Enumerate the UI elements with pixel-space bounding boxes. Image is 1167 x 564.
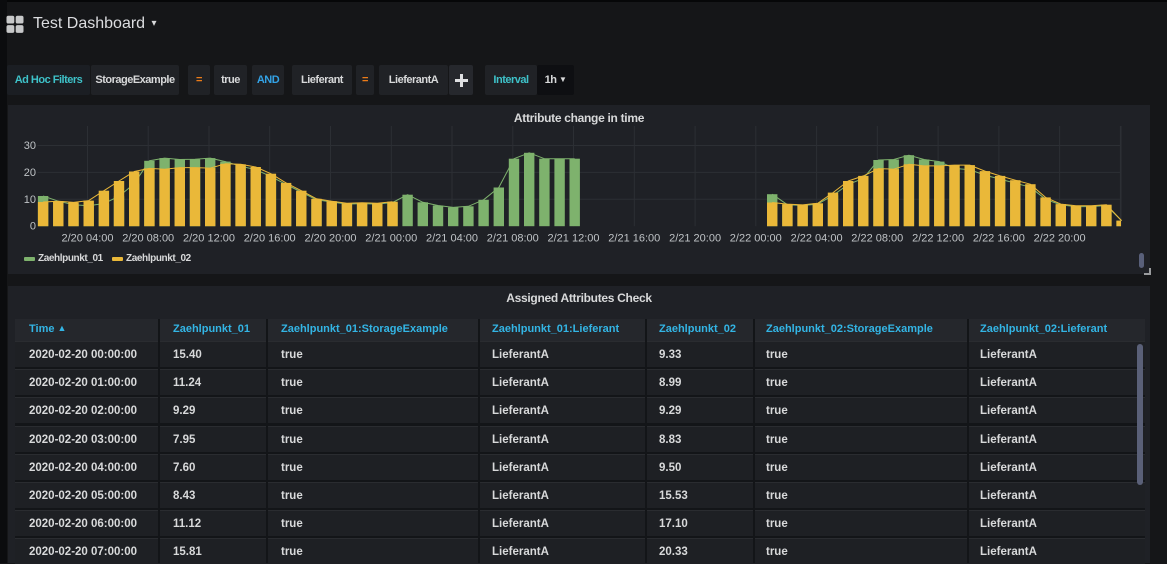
svg-text:20: 20 [24, 167, 36, 179]
svg-text:2/21 00:00: 2/21 00:00 [365, 233, 417, 245]
svg-text:2/21 20:00: 2/21 20:00 [669, 233, 721, 245]
svg-text:2/21 16:00: 2/21 16:00 [608, 233, 660, 245]
svg-text:0: 0 [30, 221, 36, 233]
svg-text:2/20 20:00: 2/20 20:00 [305, 233, 357, 245]
svg-text:2/22 12:00: 2/22 12:00 [912, 233, 964, 245]
svg-text:2/20 08:00: 2/20 08:00 [122, 233, 174, 245]
svg-text:2/22 16:00: 2/22 16:00 [973, 233, 1025, 245]
svg-text:2/21 08:00: 2/21 08:00 [487, 233, 539, 245]
svg-text:30: 30 [24, 140, 36, 152]
svg-text:10: 10 [24, 194, 36, 206]
svg-text:2/21 04:00: 2/21 04:00 [426, 233, 478, 245]
svg-text:2/20 12:00: 2/20 12:00 [183, 233, 235, 245]
svg-text:2/22 08:00: 2/22 08:00 [851, 233, 903, 245]
svg-text:2/22 00:00: 2/22 00:00 [730, 233, 782, 245]
svg-text:2/20 04:00: 2/20 04:00 [62, 233, 114, 245]
svg-text:2/21 12:00: 2/21 12:00 [548, 233, 600, 245]
svg-text:2/22 04:00: 2/22 04:00 [791, 233, 843, 245]
svg-text:2/20 16:00: 2/20 16:00 [244, 233, 296, 245]
svg-text:2/22 20:00: 2/22 20:00 [1034, 233, 1086, 245]
